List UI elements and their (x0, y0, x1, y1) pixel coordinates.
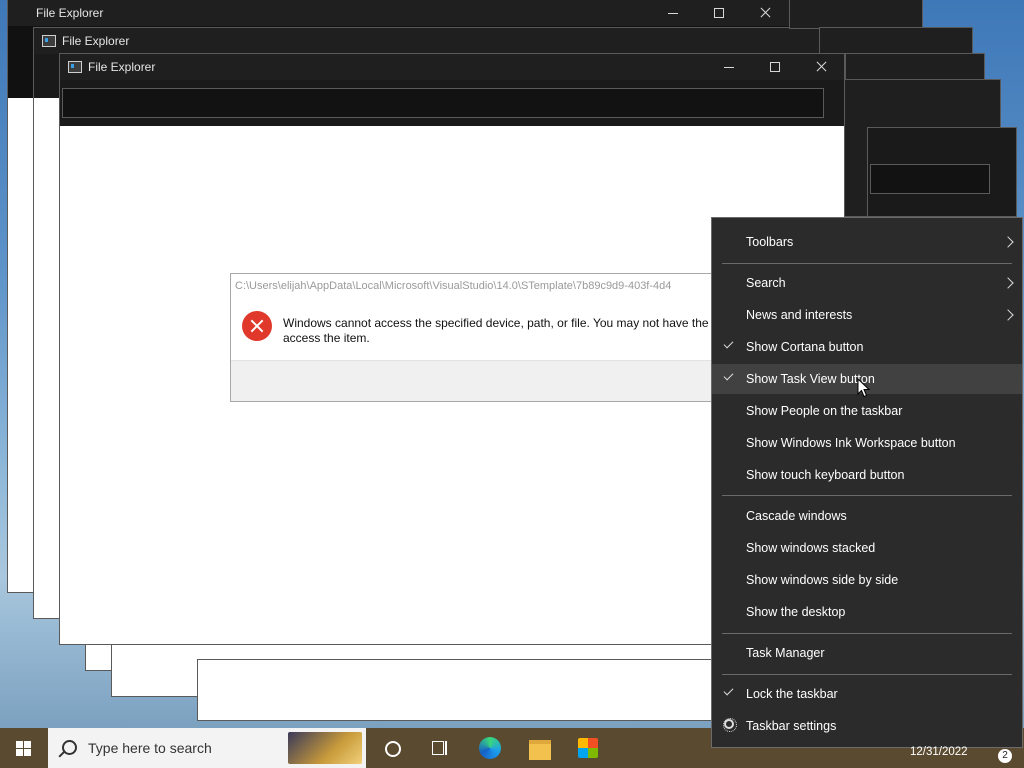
folder-icon (68, 61, 82, 73)
notification-badge: 2 (998, 749, 1012, 763)
error-icon (242, 311, 272, 341)
menu-item-news-and-interests[interactable]: News and interests (712, 300, 1022, 330)
menu-item-label: Lock the taskbar (746, 687, 838, 701)
menu-item-show-windows-ink-workspace-button[interactable]: Show Windows Ink Workspace button (712, 428, 1022, 458)
file-explorer-icon[interactable] (526, 728, 554, 768)
clock-date[interactable]: 12/31/2022 (910, 746, 968, 758)
menu-item-label: Cascade windows (746, 509, 847, 523)
menu-item-label: Show Task View button (746, 372, 875, 386)
title-bar[interactable]: File Explorer (8, 0, 920, 26)
chevron-right-icon (1002, 277, 1014, 289)
dialog-path: C:\Users\elijah\AppData\Local\Microsoft\… (235, 280, 672, 292)
menu-item-label: Taskbar settings (746, 719, 837, 733)
title-bar[interactable]: File Explorer (34, 28, 950, 54)
gear-icon (723, 718, 737, 732)
chevron-right-icon (1002, 236, 1014, 248)
edge-icon[interactable] (476, 728, 504, 768)
menu-item-taskbar-settings[interactable]: Taskbar settings (712, 711, 1022, 741)
search-box[interactable]: Type here to search (48, 728, 366, 768)
chevron-right-icon (1002, 309, 1014, 321)
menu-item-label: Search (746, 276, 786, 290)
window-title: File Explorer (88, 60, 156, 74)
menu-item-task-manager[interactable]: Task Manager (712, 638, 1022, 668)
search-highlight-image (288, 732, 362, 764)
ribbon (60, 80, 844, 126)
explorer-window-bg-3[interactable] (790, 0, 922, 28)
menu-item-label: Task Manager (746, 646, 825, 660)
maximize-button[interactable] (696, 0, 742, 26)
menu-item-show-the-desktop[interactable]: Show the desktop (712, 597, 1022, 627)
menu-item-label: Show Windows Ink Workspace button (746, 436, 956, 450)
menu-separator (722, 495, 1012, 496)
menu-separator (722, 633, 1012, 634)
menu-separator (722, 263, 1012, 264)
store-icon[interactable] (574, 728, 602, 768)
menu-item-label: Show windows side by side (746, 573, 899, 587)
menu-item-toolbars[interactable]: Toolbars (712, 227, 1022, 257)
menu-item-show-cortana-button[interactable]: Show Cortana button (712, 332, 1022, 362)
menu-item-label: Show People on the taskbar (746, 404, 903, 418)
menu-separator (722, 674, 1012, 675)
menu-item-show-windows-stacked[interactable]: Show windows stacked (712, 533, 1022, 563)
menu-item-show-touch-keyboard-button[interactable]: Show touch keyboard button (712, 460, 1022, 490)
minimize-button[interactable] (650, 0, 696, 26)
minimize-button[interactable] (706, 54, 752, 80)
explorer-window-bg-7[interactable] (868, 128, 1016, 216)
mouse-cursor-icon (857, 378, 871, 398)
menu-item-search[interactable]: Search (712, 268, 1022, 298)
menu-item-show-windows-side-by-side[interactable]: Show windows side by side (712, 565, 1022, 595)
address-bar[interactable] (62, 88, 824, 118)
maximize-button[interactable] (752, 54, 798, 80)
menu-item-label: News and interests (746, 308, 853, 322)
window-title: File Explorer (36, 6, 104, 20)
title-bar[interactable]: File Explorer (60, 54, 844, 80)
notification-icon[interactable]: 2 (986, 741, 1012, 763)
menu-item-label: Show Cortana button (746, 340, 864, 354)
explorer-window-bg-5[interactable] (846, 54, 984, 82)
menu-item-lock-the-taskbar[interactable]: Lock the taskbar (712, 679, 1022, 709)
close-button[interactable] (742, 0, 788, 26)
explorer-window-bg-4[interactable] (820, 28, 972, 56)
explorer-window-bg-10[interactable] (198, 660, 712, 720)
menu-item-label: Toolbars (746, 235, 794, 249)
menu-item-label: Show touch keyboard button (746, 468, 905, 482)
task-view-icon[interactable] (426, 728, 454, 768)
menu-item-show-people-on-the-taskbar[interactable]: Show People on the taskbar (712, 396, 1022, 426)
close-button[interactable] (798, 54, 844, 80)
checkmark-icon (723, 685, 734, 696)
search-icon (62, 740, 77, 755)
address-bar[interactable] (870, 164, 990, 194)
cortana-icon[interactable] (378, 728, 406, 768)
windows-start-icon[interactable] (0, 728, 48, 768)
menu-item-label: Show the desktop (746, 605, 846, 619)
checkmark-icon (723, 338, 734, 349)
taskbar-context-menu: Toolbars Search News and interests Show Cor… (711, 217, 1023, 748)
menu-item-label: Show windows stacked (746, 541, 876, 555)
menu-item-cascade-windows[interactable]: Cascade windows (712, 501, 1022, 531)
window-title: File Explorer (62, 34, 130, 48)
search-placeholder: Type here to search (88, 740, 212, 756)
folder-icon (42, 35, 56, 47)
checkmark-icon (723, 370, 734, 381)
